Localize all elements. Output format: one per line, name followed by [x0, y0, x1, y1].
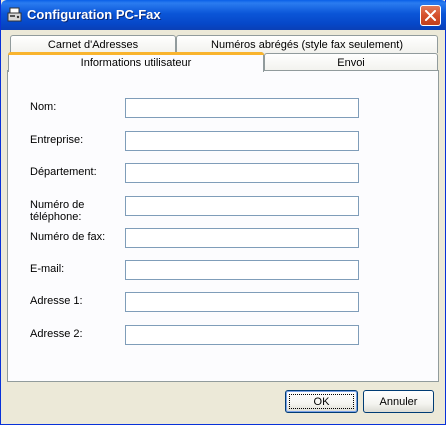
dialog-window: Configuration PC-Fax Carnet d'Adresses N… [0, 0, 446, 425]
tab-label: Numéros abrégés (style fax seulement) [211, 38, 403, 51]
telephone-label: Numéro de téléphone: [30, 199, 85, 223]
fax-field[interactable] [125, 228, 359, 248]
close-icon [425, 10, 436, 21]
departement-field[interactable] [125, 163, 359, 183]
fax-label: Numéro de fax: [30, 231, 106, 243]
adresse1-label: Adresse 1: [30, 295, 83, 307]
tab-envoi[interactable]: Envoi [264, 53, 438, 71]
entreprise-label: Entreprise: [30, 134, 84, 146]
nom-field[interactable] [125, 98, 359, 118]
cancel-button[interactable]: Annuler [363, 390, 434, 413]
tab-label: Envoi [337, 56, 365, 69]
window-title: Configuration PC-Fax [27, 7, 161, 22]
nom-label: Nom: [30, 101, 57, 113]
tab-informations-utilisateur[interactable]: Informations utilisateur [8, 52, 264, 72]
close-button[interactable] [420, 5, 441, 26]
title-bar[interactable]: Configuration PC-Fax [1, 0, 446, 30]
user-info-panel: Nom: Entreprise: Département: Numéro de … [7, 70, 439, 382]
tab-label: Carnet d'Adresses [47, 38, 139, 51]
tab-carnet-adresses[interactable]: Carnet d'Adresses [10, 35, 176, 53]
adresse1-field[interactable] [125, 292, 359, 312]
email-label: E-mail: [30, 263, 65, 275]
adresse2-field[interactable] [125, 325, 359, 345]
focus-ring [289, 394, 354, 409]
cancel-label: Annuler [379, 395, 418, 408]
entreprise-field[interactable] [125, 131, 359, 151]
email-field[interactable] [125, 260, 359, 280]
adresse2-label: Adresse 2: [30, 328, 83, 340]
departement-label: Département: [30, 166, 97, 178]
telephone-field[interactable] [125, 196, 359, 216]
tab-label: Informations utilisateur [80, 56, 192, 69]
pc-fax-app-icon [7, 7, 23, 23]
tab-numeros-abreges[interactable]: Numéros abrégés (style fax seulement) [176, 35, 438, 53]
ok-button[interactable]: OK [285, 390, 358, 413]
